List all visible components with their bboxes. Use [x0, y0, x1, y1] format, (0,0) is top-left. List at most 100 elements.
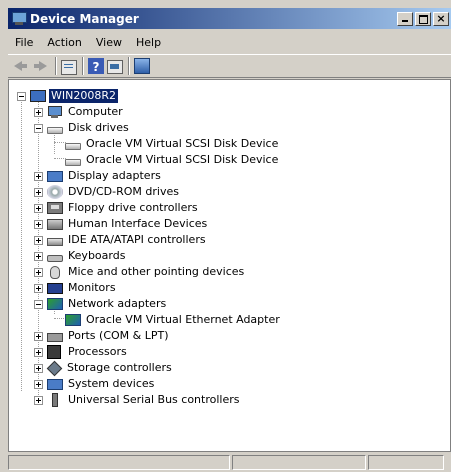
tree-device-label: Oracle VM Virtual SCSI Disk Device [86, 137, 279, 150]
menu-file[interactable]: File [8, 36, 40, 49]
computer-icon [30, 90, 46, 102]
expand-toggle[interactable] [34, 171, 43, 181]
status-bar [8, 453, 451, 472]
tree-category-storage-controllers[interactable]: Storage controllers [34, 360, 174, 376]
tree-category-label: Storage controllers [67, 361, 172, 374]
display-adapter-icon [47, 170, 63, 182]
scan-hardware-changes-icon[interactable] [134, 58, 150, 74]
expand-toggle[interactable] [34, 267, 43, 277]
minimize-button[interactable] [397, 11, 413, 26]
status-pane [232, 455, 366, 470]
menu-help[interactable]: Help [129, 36, 168, 49]
status-pane [368, 455, 444, 470]
tree-category-label: IDE ATA/ATAPI controllers [68, 233, 206, 246]
expand-toggle[interactable] [34, 363, 43, 373]
tree-category-label: Universal Serial Bus controllers [68, 393, 240, 406]
tree-connector [21, 96, 22, 391]
tree-category-hid[interactable]: Human Interface Devices [34, 216, 209, 232]
tree-category-processors[interactable]: Processors [34, 344, 129, 360]
device-tree-pane[interactable]: WIN2008R2 Computer Disk drives Oracle VM… [8, 79, 451, 452]
tree-category-usb-controllers[interactable]: Universal Serial Bus controllers [34, 392, 241, 408]
monitor-icon [47, 282, 63, 294]
tree-category-label: Floppy drive controllers [68, 201, 198, 214]
tree-device-network-adapter[interactable]: Oracle VM Virtual Ethernet Adapter [65, 312, 282, 328]
expand-toggle[interactable] [34, 395, 43, 405]
toolbar-separator [82, 57, 84, 75]
tree-category-network-adapters[interactable]: Network adapters [34, 296, 168, 312]
menu-bar: File Action View Help [8, 31, 451, 53]
tree-category-ide[interactable]: IDE ATA/ATAPI controllers [34, 232, 208, 248]
device-manager-window: Device Manager × File Action View Help ? [0, 0, 451, 472]
usb-icon [52, 393, 58, 407]
tree-category-dvd-cd-rom[interactable]: DVD/CD-ROM drives [34, 184, 181, 200]
tree-category-system-devices[interactable]: System devices [34, 376, 156, 392]
expand-toggle[interactable] [34, 107, 43, 117]
tree-category-monitors[interactable]: Monitors [34, 280, 118, 296]
network-adapter-icon [65, 314, 81, 326]
show-hide-console-tree-icon[interactable] [107, 60, 123, 74]
expand-toggle[interactable] [34, 235, 43, 245]
keyboard-icon [47, 255, 63, 262]
expand-toggle[interactable] [34, 283, 43, 293]
tree-category-display-adapters[interactable]: Display adapters [34, 168, 163, 184]
tree-category-label: DVD/CD-ROM drives [68, 185, 179, 198]
status-pane [8, 455, 230, 470]
disk-drive-icon [65, 159, 81, 166]
expand-toggle[interactable] [34, 379, 43, 389]
tree-category-label: System devices [68, 377, 155, 390]
disk-drive-icon [47, 127, 63, 134]
menu-action[interactable]: Action [40, 36, 88, 49]
tree-category-mice[interactable]: Mice and other pointing devices [34, 264, 246, 280]
tree-category-computer[interactable]: Computer [34, 104, 125, 120]
network-adapter-icon [47, 298, 63, 310]
tree-category-label: Display adapters [68, 169, 161, 182]
port-icon [47, 333, 63, 342]
device-tree[interactable]: WIN2008R2 Computer Disk drives Oracle VM… [17, 84, 447, 444]
collapse-toggle[interactable] [17, 91, 26, 101]
dvd-drive-icon [47, 185, 63, 199]
tree-category-label: Mice and other pointing devices [68, 265, 245, 278]
tree-device-label: Oracle VM Virtual SCSI Disk Device [86, 153, 279, 166]
properties-icon[interactable] [61, 59, 77, 75]
title-bar[interactable]: Device Manager × [8, 8, 451, 29]
tree-device-label: Oracle VM Virtual Ethernet Adapter [86, 313, 280, 326]
ide-controller-icon [47, 238, 63, 246]
help-icon[interactable]: ? [88, 58, 104, 74]
tree-category-keyboards[interactable]: Keyboards [34, 248, 127, 264]
expand-toggle[interactable] [34, 219, 43, 229]
tree-category-label: Keyboards [68, 249, 126, 262]
computer-icon [47, 105, 63, 119]
tree-category-label: Disk drives [68, 121, 129, 134]
back-arrow-icon[interactable] [11, 57, 29, 75]
tree-category-floppy-controllers[interactable]: Floppy drive controllers [34, 200, 200, 216]
window-title: Device Manager [30, 11, 139, 26]
expand-toggle[interactable] [34, 331, 43, 341]
collapse-toggle[interactable] [34, 123, 43, 133]
tree-category-disk-drives[interactable]: Disk drives [34, 120, 131, 136]
expand-toggle[interactable] [34, 203, 43, 213]
device-manager-icon [11, 11, 27, 27]
close-button[interactable]: × [433, 11, 449, 26]
tree-category-label: Computer [68, 105, 123, 118]
tree-category-ports[interactable]: Ports (COM & LPT) [34, 328, 171, 344]
processor-icon [47, 345, 61, 359]
tree-category-label: Human Interface Devices [68, 217, 208, 230]
expand-toggle[interactable] [34, 347, 43, 357]
system-device-icon [47, 378, 63, 390]
tree-category-label: Monitors [68, 281, 116, 294]
tree-category-label: Ports (COM & LPT) [68, 329, 169, 342]
human-interface-device-icon [47, 218, 63, 230]
menu-view[interactable]: View [89, 36, 129, 49]
tree-device-disk-2[interactable]: Oracle VM Virtual SCSI Disk Device [65, 152, 280, 168]
mouse-icon [50, 265, 60, 279]
tree-category-label: Network adapters [68, 297, 167, 310]
collapse-toggle[interactable] [34, 299, 43, 309]
tree-device-disk-1[interactable]: Oracle VM Virtual SCSI Disk Device [65, 136, 280, 152]
forward-arrow-icon[interactable] [32, 57, 50, 75]
toolbar-separator [55, 57, 57, 75]
maximize-button[interactable] [415, 11, 431, 26]
expand-toggle[interactable] [34, 187, 43, 197]
expand-toggle[interactable] [34, 251, 43, 261]
tree-root[interactable]: WIN2008R2 [17, 88, 118, 104]
tree-root-label: WIN2008R2 [49, 89, 118, 103]
